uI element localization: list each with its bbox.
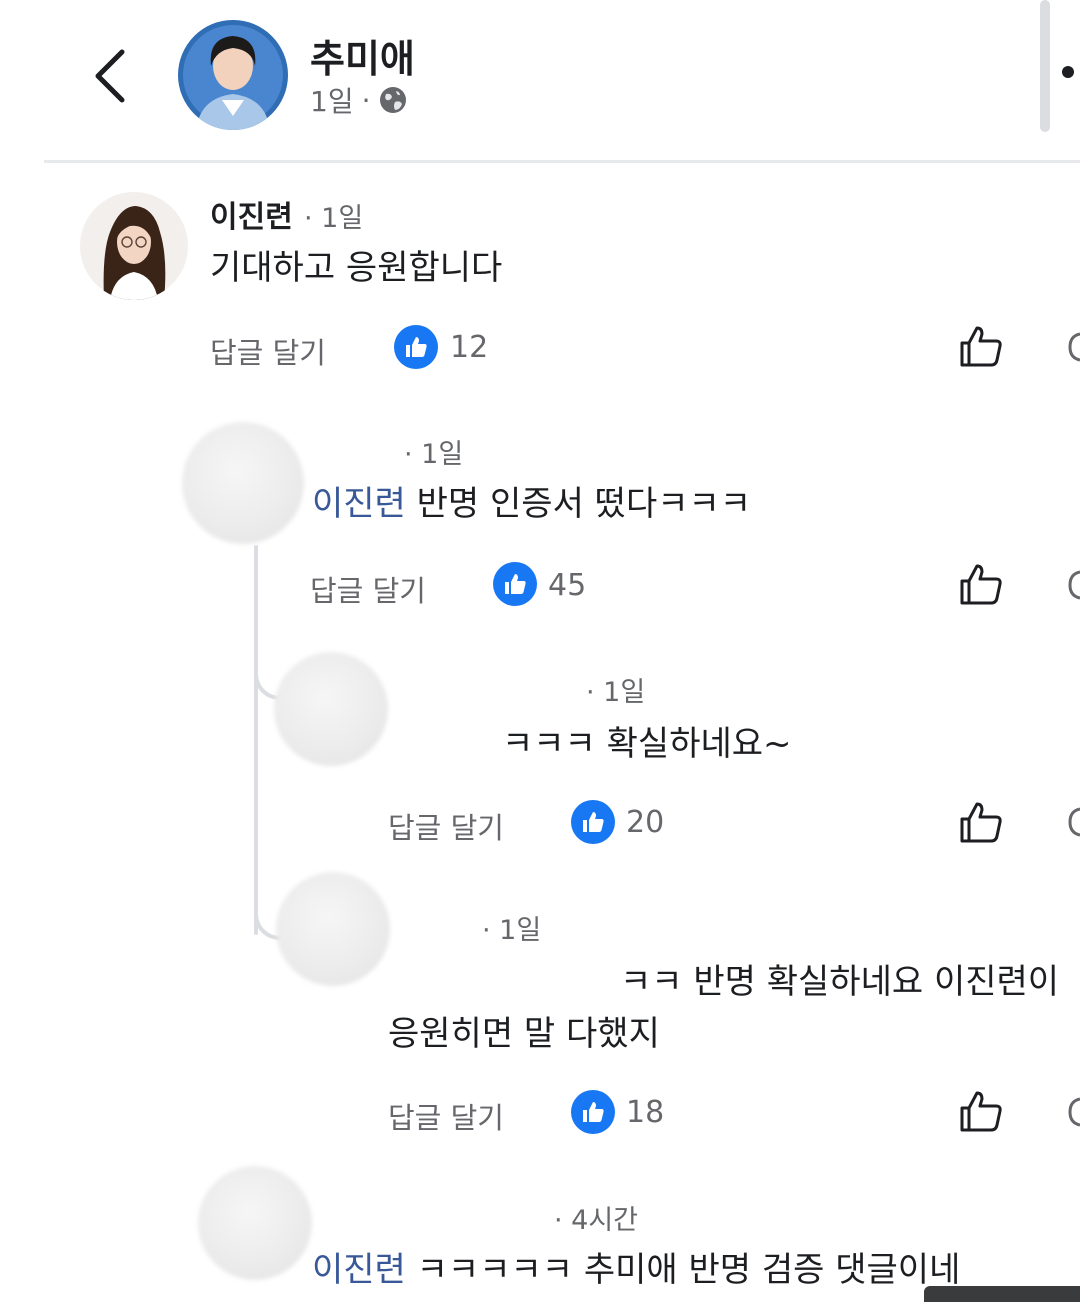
comment-text: 이진련 ㅋㅋㅋㅋㅋ 추미애 반명 검증 댓글이네 (312, 1242, 960, 1291)
like-badge-icon (571, 1090, 615, 1134)
bottom-overlay-bar (924, 1286, 1080, 1302)
comment-time: · 1일 (482, 915, 542, 946)
comment-time: · 1일 (304, 203, 364, 234)
back-chevron-icon (95, 49, 125, 103)
like-count: 20 (626, 805, 665, 840)
meta-separator: · (361, 83, 371, 117)
like-count: 18 (626, 1095, 665, 1130)
post-time: 1일 (310, 85, 354, 118)
reply-icon[interactable] (1066, 805, 1080, 839)
comment-text: ㅋㅋㅋ 확실하네요~ (502, 724, 792, 764)
comment-text-line: 응원히면 말 다했지 (388, 1014, 660, 1054)
header-divider (44, 160, 1080, 163)
like-badge-icon (493, 562, 537, 606)
globe-icon (380, 87, 407, 113)
page-avatar[interactable] (178, 20, 288, 130)
comment-time: · 1일 (586, 677, 646, 708)
comment-time: · 4시간 (554, 1205, 639, 1236)
page-name[interactable]: 추미애 (310, 28, 415, 83)
commenter-avatar[interactable] (276, 872, 390, 986)
reply-icon[interactable] (1066, 330, 1080, 364)
comment-text: 기대하고 응원합니다 (210, 248, 503, 288)
comment-body: ㅋㅋㅋㅋㅋ 추미애 반명 검증 댓글이네 (405, 1250, 961, 1290)
thread-line (254, 545, 258, 935)
commenter-avatar[interactable] (274, 652, 388, 766)
reply-button[interactable]: 답글 달기 (388, 1095, 504, 1137)
like-button-icon[interactable] (958, 799, 1004, 845)
like-badge-icon (571, 800, 615, 844)
comment-body: 반명 인증서 떴다ㅋㅋㅋ (405, 484, 752, 524)
reply-button[interactable]: 답글 달기 (310, 568, 426, 610)
comment-author[interactable]: 이진련 (210, 192, 293, 236)
comment-time: · 1일 (404, 439, 464, 470)
like-button-icon[interactable] (958, 323, 1004, 369)
reply-icon[interactable] (1066, 568, 1080, 602)
reply-button[interactable]: 답글 달기 (210, 330, 326, 372)
mention-link[interactable]: 이진련 (312, 1250, 406, 1290)
like-count: 45 (548, 568, 587, 603)
like-button-icon[interactable] (958, 561, 1004, 607)
mention-link[interactable]: 이진련 (312, 484, 406, 524)
header-scrollbar[interactable] (1040, 0, 1050, 132)
like-count: 12 (450, 330, 489, 365)
commenter-avatar[interactable] (80, 192, 188, 300)
comment-text-line: ㅋㅋ 반명 확실하네요 이진련이 (620, 962, 1060, 1002)
comment-text: 이진련 반명 인증서 떴다ㅋㅋㅋ (312, 476, 751, 525)
commenter-avatar[interactable] (198, 1166, 312, 1280)
back-button[interactable] (88, 44, 136, 108)
like-badge-icon (394, 325, 438, 369)
reply-icon[interactable] (1066, 1095, 1080, 1129)
commenter-avatar[interactable] (182, 422, 304, 544)
like-button-icon[interactable] (958, 1088, 1004, 1134)
more-options-dot[interactable] (1062, 66, 1074, 78)
reply-button[interactable]: 답글 달기 (388, 805, 504, 847)
post-meta: 1일 · (310, 80, 408, 120)
